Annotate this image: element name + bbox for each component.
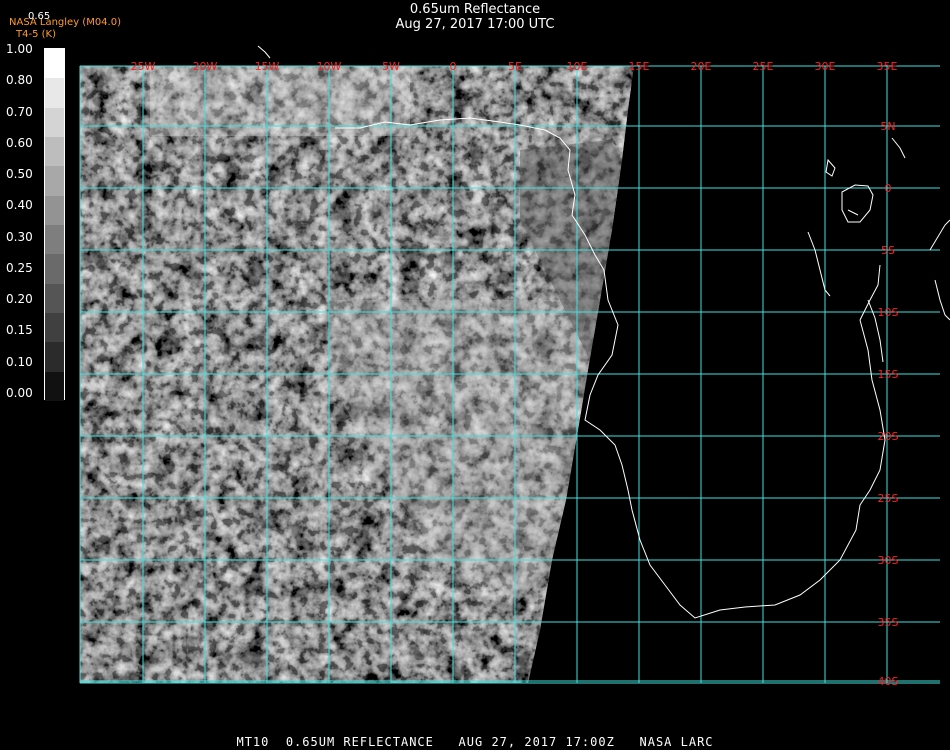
latitude-label: 30S — [878, 554, 899, 567]
longitude-label: 10E — [567, 60, 588, 73]
satellite-map: 25W 20W 15W 10W 5W 0 5E 10E 15E 20E 25E 30E 35E 5N05… — [79, 45, 950, 688]
latitude-label: 15S — [878, 368, 899, 381]
footer-caption: MT10 0.65UM REFLECTANCE AUG 27, 2017 17:… — [236, 735, 714, 749]
latitude-labels: 5N 0 5S 10S 15S 20S 25S 30S 35S 40S — [878, 120, 899, 688]
longitude-label: 5E — [508, 60, 522, 73]
longitude-label: 25E — [753, 60, 774, 73]
longitude-label: 35E — [877, 60, 898, 73]
latitude-label: 10S — [878, 306, 899, 319]
latitude-label: 5N — [880, 120, 895, 133]
latitude-label: 35S — [878, 616, 899, 629]
latitude-label: 0 — [885, 182, 892, 195]
longitude-label: 0 — [450, 60, 457, 73]
latitude-label: 25S — [878, 492, 899, 505]
latitude-label: 5S — [881, 244, 895, 257]
longitude-label: 10W — [317, 60, 342, 73]
latitude-label: 20S — [878, 430, 899, 443]
latitude-label: 40S — [878, 675, 899, 688]
longitude-label: 5W — [382, 60, 400, 73]
longitude-label: 25W — [131, 60, 156, 73]
longitude-label: 20E — [691, 60, 712, 73]
imagery-swath — [80, 66, 634, 683]
longitude-label: 20W — [193, 60, 218, 73]
longitude-label: 15W — [255, 60, 280, 73]
longitude-label: 30E — [815, 60, 836, 73]
longitude-label: 15E — [629, 60, 650, 73]
